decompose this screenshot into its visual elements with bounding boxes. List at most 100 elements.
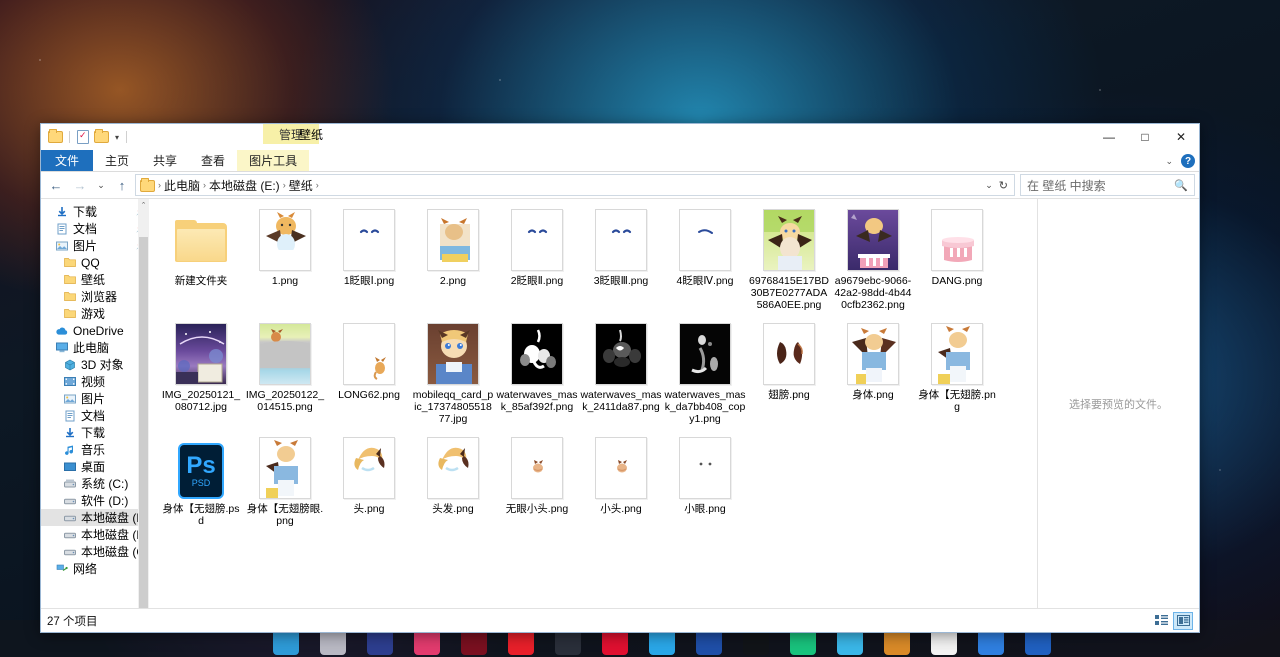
sidebar-item-10[interactable]: 视频 — [41, 373, 149, 390]
sidebar-item-5[interactable]: 浏览器 — [41, 288, 149, 305]
properties-icon[interactable] — [75, 129, 91, 145]
file-name-label: 身体.png — [852, 389, 894, 401]
file-item[interactable]: 身体【无翅膀.png — [915, 321, 999, 425]
file-item[interactable]: DANG.png — [915, 207, 999, 311]
sidebar-scrollbar[interactable]: ⌃ ⌄ — [138, 199, 149, 608]
ribbon-tab-1[interactable]: 主页 — [93, 150, 141, 171]
sidebar-item-11[interactable]: 图片 — [41, 390, 149, 407]
file-thumbnail — [257, 435, 313, 499]
sidebar-item-20[interactable]: 本地磁盘 (G:) — [41, 543, 149, 560]
sidebar-item-0[interactable]: 下载📌 — [41, 203, 149, 220]
ribbon-tab-0[interactable]: 文件 — [41, 150, 94, 171]
sidebar-item-18[interactable]: 本地磁盘 (E:) — [41, 509, 149, 526]
drive-icon — [63, 545, 76, 558]
folder-icon — [63, 256, 76, 269]
file-item[interactable]: 1.png — [243, 207, 327, 311]
file-item[interactable]: 小头.png — [579, 435, 663, 527]
file-item[interactable]: waterwaves_mask_da7bb408_copy1.png — [663, 321, 747, 425]
file-item[interactable]: 3眨眼Ⅲ.png — [579, 207, 663, 311]
system-drive-icon — [63, 477, 76, 490]
breadcrumb-separator[interactable]: › — [316, 180, 319, 190]
file-item[interactable]: 4眨眼Ⅳ.png — [663, 207, 747, 311]
file-item[interactable]: 69768415E17BD30B7E0277ADA586A0EE.png — [747, 207, 831, 311]
file-thumbnail — [845, 321, 901, 385]
sidebar-item-8[interactable]: 此电脑 — [41, 339, 149, 356]
sidebar-item-13[interactable]: 下载 — [41, 424, 149, 441]
file-item[interactable]: mobileqq_card_pic_1737480551877.jpg — [411, 321, 495, 425]
search-input[interactable]: 在 壁纸 中搜索 🔍 — [1020, 174, 1195, 196]
sidebar-item-14[interactable]: 音乐 — [41, 441, 149, 458]
forward-button[interactable]: → — [69, 174, 91, 196]
breadcrumb-item-1[interactable]: 本地磁盘 (E:) — [206, 177, 283, 194]
file-item[interactable]: 新建文件夹 — [159, 207, 243, 311]
details-view-icon[interactable] — [1151, 612, 1171, 630]
file-item[interactable]: Ps PSD 身体【无翅膀.psd — [159, 435, 243, 527]
file-item[interactable]: a9679ebc-9066-42a2-98dd-4b440cfb2362.png — [831, 207, 915, 311]
chevron-down-icon[interactable]: ⌄ — [1165, 156, 1173, 167]
thumbnail-sheet — [511, 437, 563, 499]
scroll-up-icon[interactable]: ⌃ — [141, 199, 147, 210]
sidebar-item-1[interactable]: 文档📌 — [41, 220, 149, 237]
sidebar-item-17[interactable]: 软件 (D:) — [41, 492, 149, 509]
thumbnail-sheet — [511, 209, 563, 271]
sidebar-item-16[interactable]: 系统 (C:) — [41, 475, 149, 492]
file-list-view[interactable]: 新建文件夹 1.png 1眨眼Ⅰ.png 2.png 2眨眼Ⅱ.png 3眨眼Ⅲ.png 4… — [149, 199, 1037, 608]
ribbon-tab-2[interactable]: 共享 — [141, 150, 189, 171]
file-thumbnail: Ps PSD — [173, 435, 229, 499]
file-item[interactable]: 2.png — [411, 207, 495, 311]
sidebar-item-15[interactable]: 桌面 — [41, 458, 149, 475]
help-icon[interactable]: ? — [1181, 154, 1195, 168]
sidebar-item-4[interactable]: 壁纸 — [41, 271, 149, 288]
file-name-label: 头发.png — [432, 503, 474, 515]
sidebar-item-19[interactable]: 本地磁盘 (F:) — [41, 526, 149, 543]
close-button[interactable]: ✕ — [1163, 124, 1199, 150]
up-button[interactable]: ↑ — [111, 174, 133, 196]
file-item[interactable]: 2眨眼Ⅱ.png — [495, 207, 579, 311]
sidebar-item-9[interactable]: 3D 对象 — [41, 356, 149, 373]
recent-locations-icon[interactable]: ⌄ — [93, 174, 109, 196]
large-icons-view-icon[interactable] — [1173, 611, 1193, 630]
file-item[interactable]: waterwaves_mask_85af392f.png — [495, 321, 579, 425]
thumbnail-sheet — [931, 323, 983, 385]
thumbnail-sheet — [931, 209, 983, 271]
maximize-button[interactable]: □ — [1127, 124, 1163, 150]
back-button[interactable]: ← — [45, 174, 67, 196]
folder-icon[interactable] — [48, 129, 64, 145]
file-item[interactable]: 小眼.png — [663, 435, 747, 527]
sidebar-item-21[interactable]: 网络 — [41, 560, 149, 577]
minimize-button[interactable]: — — [1091, 124, 1127, 150]
thumbnail-sheet — [763, 209, 815, 271]
file-item[interactable]: IMG_20250121_080712.jpg — [159, 321, 243, 425]
file-name-label: 头.png — [353, 503, 385, 515]
file-thumbnail — [593, 321, 649, 385]
scrollbar-track[interactable] — [139, 237, 148, 608]
breadcrumb-item-2[interactable]: 壁纸 — [286, 177, 316, 194]
ribbon-tab-4[interactable]: 图片工具 — [237, 150, 310, 171]
file-item[interactable]: 翅膀.png — [747, 321, 831, 425]
breadcrumb[interactable]: › 此电脑 › 本地磁盘 (E:) › 壁纸 › ⌄ ↻ — [135, 174, 1015, 196]
sidebar-item-6[interactable]: 游戏 — [41, 305, 149, 322]
search-icon[interactable]: 🔍 — [1174, 179, 1188, 192]
drive-icon — [63, 494, 76, 507]
file-item[interactable]: 身体【无翅膀眼.png — [243, 435, 327, 527]
breadcrumb-item-0[interactable]: 此电脑 — [161, 177, 203, 194]
new-folder-icon[interactable] — [94, 129, 110, 145]
file-item[interactable]: 头.png — [327, 435, 411, 527]
file-name-label: DANG.png — [931, 275, 983, 287]
file-item[interactable]: waterwaves_mask_2411da87.png — [579, 321, 663, 425]
file-item[interactable]: IMG_20250122_014515.png — [243, 321, 327, 425]
ribbon-tab-3[interactable]: 查看 — [189, 150, 237, 171]
file-item[interactable]: 1眨眼Ⅰ.png — [327, 207, 411, 311]
sidebar-item-2[interactable]: 图片📌 — [41, 237, 149, 254]
sidebar-item-7[interactable]: OneDrive — [41, 322, 149, 339]
sidebar-item-12[interactable]: 文档 — [41, 407, 149, 424]
chevron-down-icon[interactable]: ▾ — [113, 133, 121, 142]
refresh-icon[interactable]: ↻ — [999, 179, 1008, 192]
file-item[interactable]: 头发.png — [411, 435, 495, 527]
sidebar-item-3[interactable]: QQ — [41, 254, 149, 271]
chevron-down-icon[interactable]: ⌄ — [985, 180, 993, 191]
navigation-pane: 下载📌文档📌图片📌QQ壁纸浏览器游戏OneDrive此电脑3D 对象视频图片文档… — [41, 199, 149, 608]
file-item[interactable]: 身体.png — [831, 321, 915, 425]
file-item[interactable]: 无眼小头.png — [495, 435, 579, 527]
file-item[interactable]: LONG62.png — [327, 321, 411, 425]
